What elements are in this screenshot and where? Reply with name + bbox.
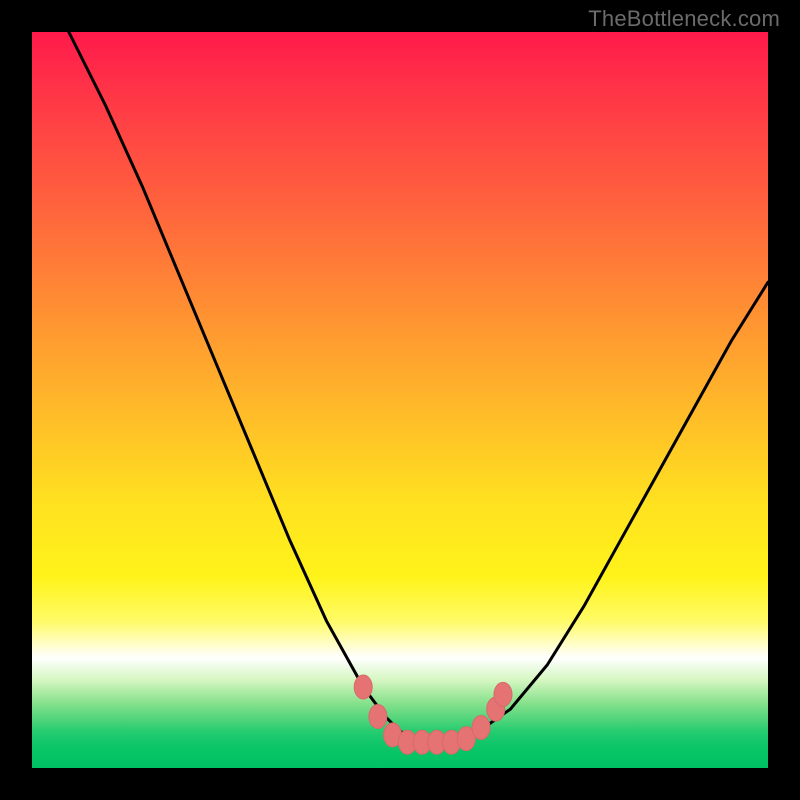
plot-area (32, 32, 768, 768)
marker-point (354, 675, 372, 699)
marker-point (369, 705, 387, 729)
bottleneck-curve (69, 32, 768, 742)
marker-group (354, 675, 512, 754)
curve-svg (32, 32, 768, 768)
marker-point (494, 682, 512, 706)
watermark-text: TheBottleneck.com (588, 6, 780, 32)
chart-frame: TheBottleneck.com (0, 0, 800, 800)
marker-point (472, 716, 490, 740)
